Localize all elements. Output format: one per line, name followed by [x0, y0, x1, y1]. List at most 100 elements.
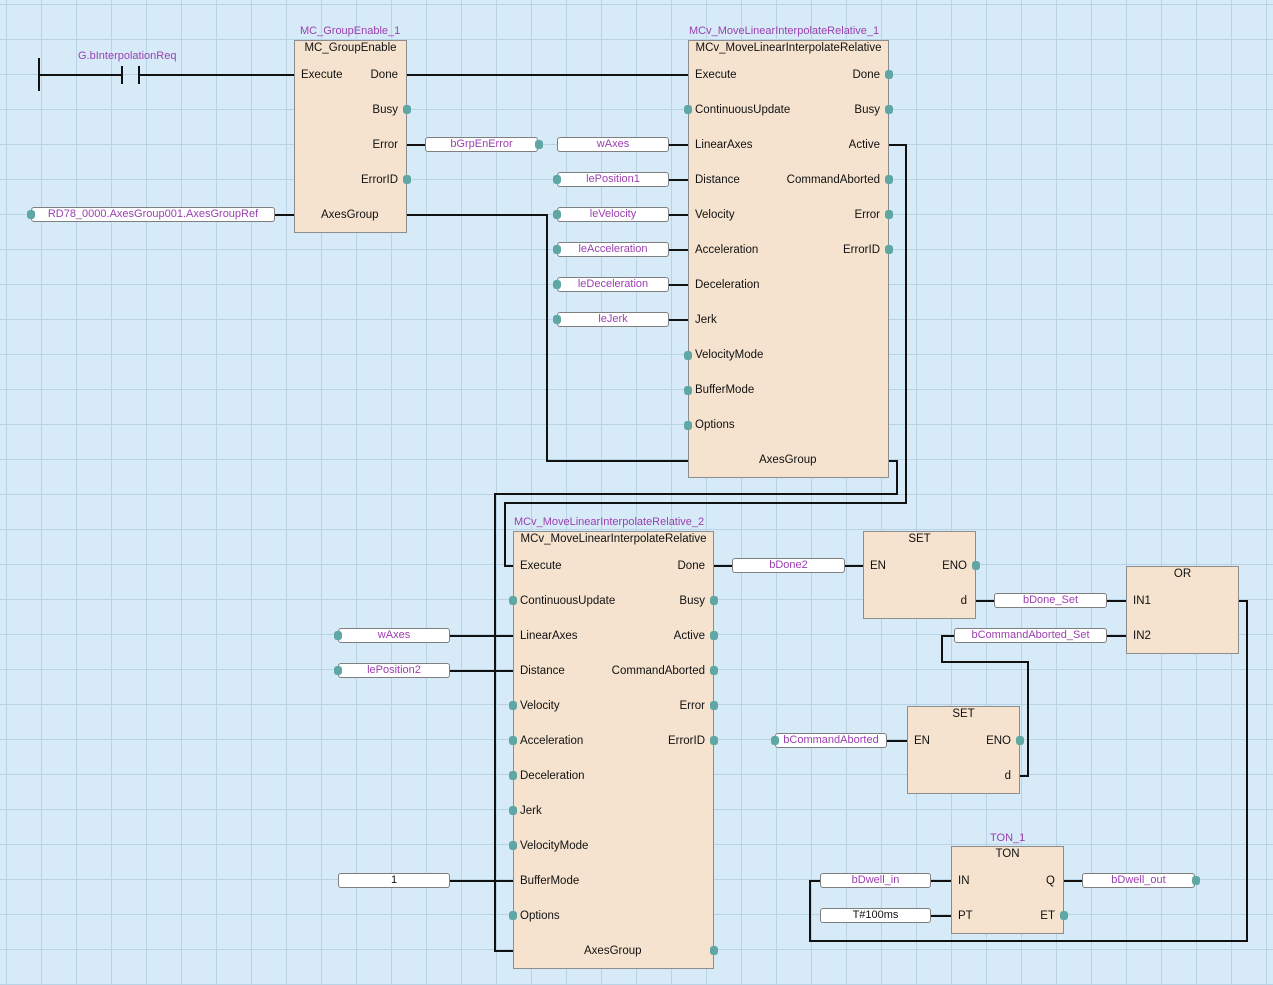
unconnected-pin-dot — [509, 701, 517, 710]
pin-commandaborted: CommandAborted — [611, 665, 705, 677]
unconnected-pin-dot — [885, 175, 893, 184]
unconnected-pin-dot — [885, 245, 893, 254]
groupenable-instance-name: MC_GroupEnable_1 — [300, 25, 401, 37]
var-lejerk[interactable]: leJerk — [557, 312, 669, 327]
pin-in2: IN2 — [1133, 630, 1151, 642]
var-waxes-1[interactable]: wAxes — [557, 137, 669, 152]
var-bdone2[interactable]: bDone2 — [732, 558, 845, 573]
unconnected-pin-dot — [771, 736, 779, 745]
pin-velocitymode: VelocityMode — [520, 840, 589, 852]
pin-deceleration: Deceleration — [520, 770, 585, 782]
var-leposition1[interactable]: lePosition1 — [557, 172, 669, 187]
pin-velocitymode: VelocityMode — [695, 349, 764, 361]
pin-in1: IN1 — [1133, 595, 1151, 607]
pin-execute: Execute — [695, 69, 737, 81]
pin-eno: ENO — [942, 560, 967, 572]
pin-velocity: Velocity — [695, 209, 735, 221]
unconnected-pin-dot — [1192, 876, 1200, 885]
pin-commandaborted: CommandAborted — [786, 174, 880, 186]
pin-axesgroup: AxesGroup — [321, 209, 379, 221]
var-leposition2[interactable]: lePosition2 — [338, 663, 450, 678]
unconnected-pin-dot — [710, 946, 718, 955]
unconnected-pin-dot — [684, 351, 692, 360]
pin-buffermode: BufferMode — [520, 875, 580, 887]
const-pt[interactable]: T#100ms — [820, 908, 931, 923]
var-grpenerror[interactable]: bGrpEnError — [425, 137, 538, 152]
block-type-label: SET — [952, 708, 975, 720]
var-leacceleration[interactable]: leAcceleration — [557, 242, 669, 257]
pin-et: ET — [1040, 910, 1055, 922]
pin-buffermode: BufferMode — [695, 384, 755, 396]
block-type-label: OR — [1173, 568, 1192, 580]
mc-groupenable-block[interactable]: MC_GroupEnable Execute AxesGroup Done Bu… — [294, 40, 407, 233]
var-axesgroupref[interactable]: RD78_0000.AxesGroup001.AxesGroupRef — [31, 207, 275, 222]
set-block-2[interactable]: SET EN ENO d — [907, 706, 1020, 794]
var-ledeceleration[interactable]: leDeceleration — [557, 277, 669, 292]
pin-en: EN — [870, 560, 886, 572]
pin-error: Error — [854, 209, 880, 221]
set-block-1[interactable]: SET EN ENO d — [863, 531, 976, 619]
unconnected-pin-dot — [710, 701, 718, 710]
pin-done: Done — [677, 560, 706, 572]
pin-d: d — [960, 595, 967, 607]
unconnected-pin-dot — [553, 210, 561, 219]
pin-acceleration: Acceleration — [695, 244, 759, 256]
unconnected-pin-dot — [403, 105, 411, 114]
pin-jerk: Jerk — [520, 805, 542, 817]
pin-jerk: Jerk — [695, 314, 717, 326]
pin-done: Done — [370, 69, 399, 81]
contact-label: G.bInterpolationReq — [78, 50, 177, 62]
block-type-label: MC_GroupEnable — [304, 42, 397, 54]
pin-deceleration: Deceleration — [695, 279, 760, 291]
pin-continuousupdate: ContinuousUpdate — [695, 104, 791, 116]
var-bdone-set[interactable]: bDone_Set — [994, 593, 1107, 608]
unconnected-pin-dot — [535, 140, 543, 149]
pin-active: Active — [673, 630, 705, 642]
unconnected-pin-dot — [27, 210, 35, 219]
pin-busy: Busy — [679, 595, 705, 607]
block-type-label: SET — [908, 533, 931, 545]
unconnected-pin-dot — [710, 631, 718, 640]
pin-pt: PT — [958, 910, 973, 922]
or-block[interactable]: OR IN1 IN2 — [1126, 566, 1239, 654]
pin-d: d — [1004, 770, 1011, 782]
pin-error: Error — [372, 139, 398, 151]
const-buffermode[interactable]: 1 — [338, 873, 450, 888]
var-levelocity[interactable]: leVelocity — [557, 207, 669, 222]
ton-block[interactable]: TON IN PT Q ET — [951, 846, 1064, 934]
var-bdwell-in[interactable]: bDwell_in — [820, 873, 931, 888]
var-bcommandaborted-set[interactable]: bCommandAborted_Set — [954, 628, 1107, 643]
var-bcommandaborted[interactable]: bCommandAborted — [775, 733, 887, 748]
unconnected-pin-dot — [509, 596, 517, 605]
unconnected-pin-dot — [885, 105, 893, 114]
pin-busy: Busy — [854, 104, 880, 116]
var-waxes-2[interactable]: wAxes — [338, 628, 450, 643]
normally-open-contact[interactable] — [121, 64, 141, 86]
pin-options: Options — [695, 419, 735, 431]
pin-errorid: ErrorID — [360, 174, 398, 186]
unconnected-pin-dot — [684, 386, 692, 395]
pin-q: Q — [1046, 875, 1055, 887]
pin-errorid: ErrorID — [667, 735, 705, 747]
unconnected-pin-dot — [684, 421, 692, 430]
unconnected-pin-dot — [710, 666, 718, 675]
pin-busy: Busy — [372, 104, 398, 116]
unconnected-pin-dot — [885, 70, 893, 79]
pin-linearaxes: LinearAxes — [695, 139, 753, 151]
pin-execute: Execute — [301, 69, 343, 81]
mcv-movelinear-block-2[interactable]: MCv_MoveLinearInterpolateRelative Execut… — [513, 531, 714, 969]
pin-execute: Execute — [520, 560, 562, 572]
unconnected-pin-dot — [553, 245, 561, 254]
mcv-movelinear-block-1[interactable]: MCv_MoveLinearInterpolateRelative Execut… — [688, 40, 889, 478]
unconnected-pin-dot — [1016, 736, 1024, 745]
pin-done: Done — [852, 69, 881, 81]
pin-axesgroup: AxesGroup — [759, 454, 817, 466]
ton-instance-name: TON_1 — [990, 832, 1026, 844]
var-bdwell-out[interactable]: bDwell_out — [1082, 873, 1195, 888]
unconnected-pin-dot — [710, 736, 718, 745]
block-type-label: MCv_MoveLinearInterpolateRelative — [695, 42, 882, 54]
pin-en: EN — [914, 735, 930, 747]
unconnected-pin-dot — [553, 175, 561, 184]
pin-error: Error — [679, 700, 705, 712]
unconnected-pin-dot — [334, 666, 342, 675]
